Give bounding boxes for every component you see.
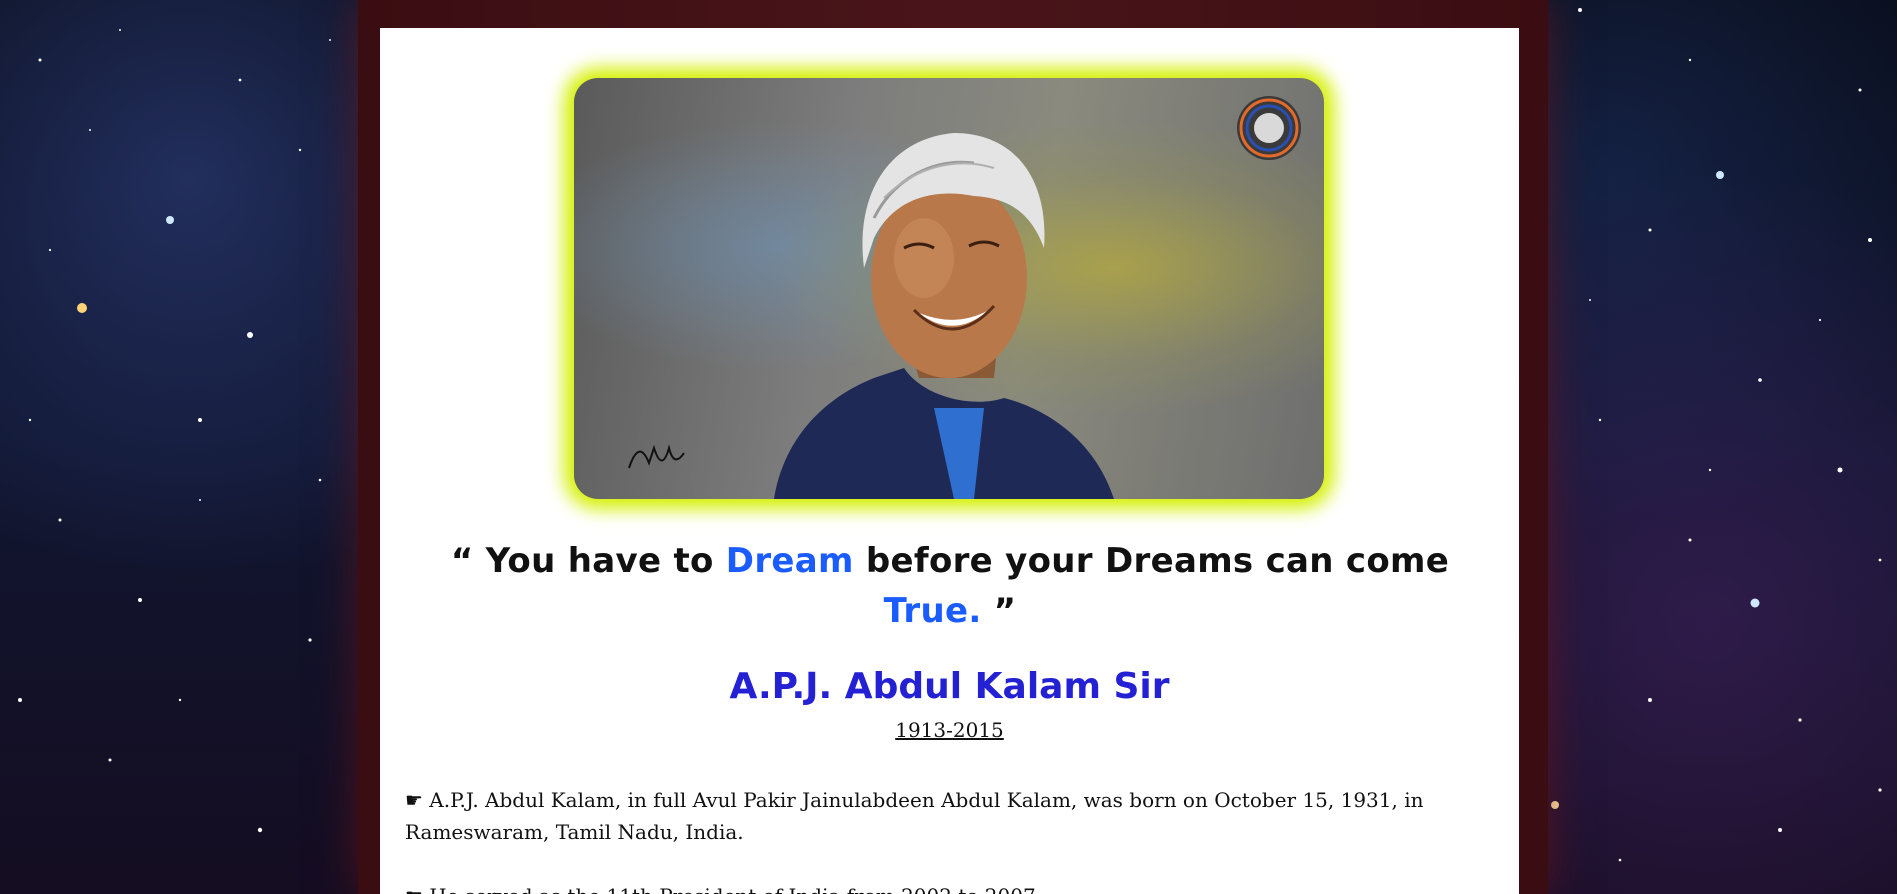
quote-part-1: You have to [473, 541, 726, 581]
content-card: “ You have to Dream before your Dreams c… [380, 28, 1519, 894]
portrait-frame [574, 78, 1324, 499]
bio-item: ☛ He served as the 11th President of Ind… [405, 880, 1495, 894]
pointing-hand-icon: ☛ [405, 884, 423, 894]
quote-text: “ You have to Dream before your Dreams c… [420, 536, 1480, 636]
quote-highlight-true: True. [883, 591, 982, 631]
portrait-illustration [628, 96, 1301, 499]
quote-highlight-dream: Dream [725, 541, 854, 581]
quote-part-2: before your Dreams can come [853, 541, 1450, 581]
kalam-portrait-image [574, 78, 1324, 499]
brand-seal-icon [1237, 96, 1301, 160]
quote-open-mark: “ [450, 541, 474, 581]
bio-item: ☛ A.P.J. Abdul Kalam, in full Avul Pakir… [405, 784, 1495, 848]
quote-close-mark: ” [981, 591, 1017, 631]
bio-item-text: He served as the 11th President of India… [429, 884, 1042, 894]
pointing-hand-icon: ☛ [405, 788, 423, 812]
author-name: A.P.J. Abdul Kalam Sir [729, 666, 1170, 707]
author-years: 1913-2015 [895, 718, 1004, 742]
bio-item-text: A.P.J. Abdul Kalam, in full Avul Pakir J… [405, 788, 1424, 844]
